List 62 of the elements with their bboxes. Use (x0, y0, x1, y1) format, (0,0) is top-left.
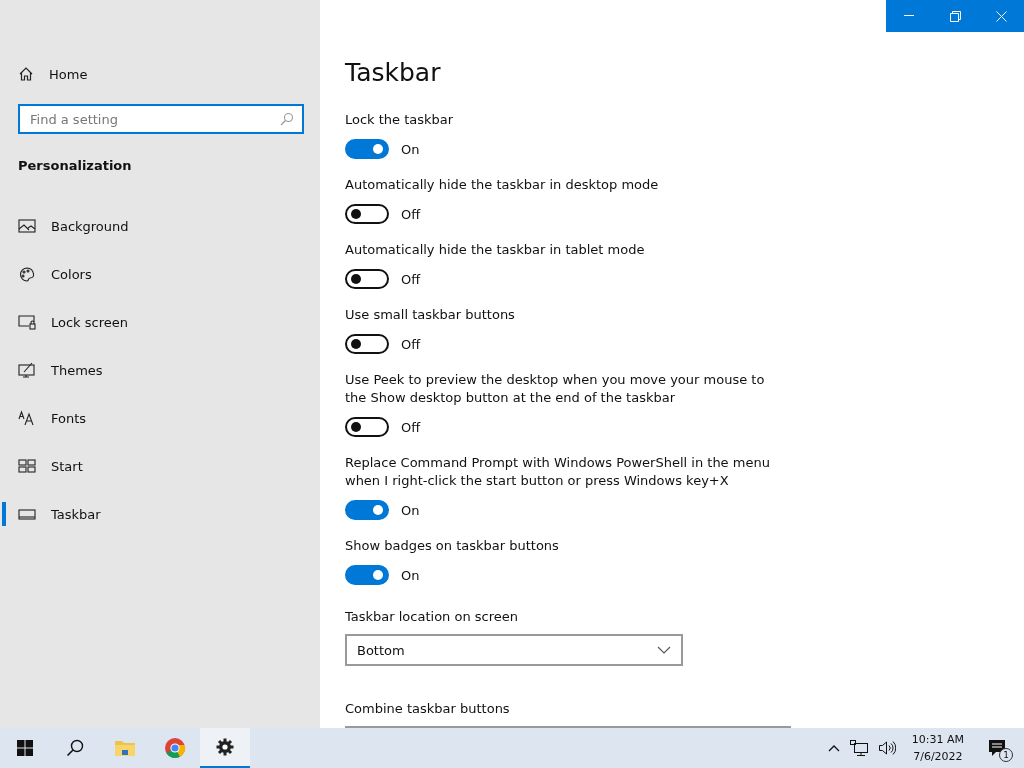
toggle-state: On (401, 141, 420, 157)
setting-label: Use small taskbar buttons (345, 306, 516, 324)
search-icon (280, 112, 294, 126)
monitor-lock-icon (18, 314, 36, 330)
toggle-switch[interactable] (345, 139, 389, 159)
speaker-icon[interactable] (877, 740, 896, 756)
toggle-state: Off (401, 336, 421, 352)
setting-label: Automatically hide the taskbar in tablet mode (345, 241, 646, 259)
picture-frame-icon (18, 218, 36, 234)
minimize-icon (904, 15, 914, 17)
toggle-state: On (401, 567, 420, 583)
search-field[interactable]: Find a setting (18, 104, 304, 134)
setting-label: Taskbar location on screen (345, 608, 519, 626)
dropdown[interactable]: Bottom (345, 634, 683, 666)
toggle-switch[interactable] (345, 269, 389, 289)
sidebar-item[interactable]: Start (0, 454, 320, 478)
setting-label: Show badges on taskbar buttons (345, 537, 560, 555)
page-title: Taskbar (345, 58, 442, 87)
toggle-switch[interactable] (345, 334, 389, 354)
network-icon[interactable] (849, 740, 868, 756)
taskbar-icon (18, 506, 36, 522)
home-link[interactable]: Home (0, 62, 320, 86)
setting-label: Use Peek to preview the desktop when you move your mouse to the Show desktop button at the end of the taskbar (345, 371, 766, 407)
browser-icon (164, 737, 186, 759)
setting-label: Combine taskbar buttons (345, 700, 511, 718)
toggle-state: Off (401, 206, 421, 222)
clock[interactable]: 10:31 AM 7/6/2022 (905, 731, 970, 765)
sidebar-item[interactable]: Fonts (0, 406, 320, 430)
date-text: 7/6/2022 (913, 749, 963, 765)
sidebar-item[interactable]: Taskbar (0, 502, 320, 526)
palette-icon (18, 266, 36, 282)
close-icon (995, 10, 1007, 22)
time-text: 10:31 AM (911, 732, 964, 748)
sidebar-item[interactable]: Colors (0, 262, 320, 286)
sidebar-item[interactable]: Background (0, 214, 320, 238)
taskbar-button[interactable] (200, 728, 250, 768)
chevron-up-icon[interactable] (827, 744, 840, 752)
notification-badge: 1 (999, 748, 1013, 762)
toggle-switch[interactable] (345, 565, 389, 585)
restore-icon (949, 10, 961, 22)
windows-logo-icon (17, 740, 33, 756)
setting-label: Lock the taskbar (345, 111, 455, 129)
notification-button[interactable]: 1 (980, 728, 1014, 768)
chevron-down-icon (657, 646, 671, 654)
sidebar-item[interactable]: Themes (0, 358, 320, 382)
folder-icon (114, 739, 136, 757)
setting-label: Replace Command Prompt with Windows PowerShell in the menu when I right-click the start button or press Windows key+X (345, 454, 771, 490)
toggle-switch[interactable] (345, 204, 389, 224)
toggle-state: Off (401, 271, 421, 287)
toggle-state: Off (401, 419, 421, 435)
monitor-brush-icon (18, 362, 36, 378)
tiles-icon (18, 458, 36, 474)
sidebar-item[interactable]: Lock screen (0, 310, 320, 334)
gear-icon (216, 738, 234, 756)
toggle-state: On (401, 502, 420, 518)
section-heading: Personalization (18, 158, 133, 173)
toggle-switch[interactable] (345, 500, 389, 520)
setting-label: Automatically hide the taskbar in desktop mode (345, 176, 660, 194)
search-icon (66, 739, 84, 757)
home-icon (18, 66, 34, 82)
letters-icon (18, 410, 36, 426)
toggle-switch[interactable] (345, 417, 389, 437)
